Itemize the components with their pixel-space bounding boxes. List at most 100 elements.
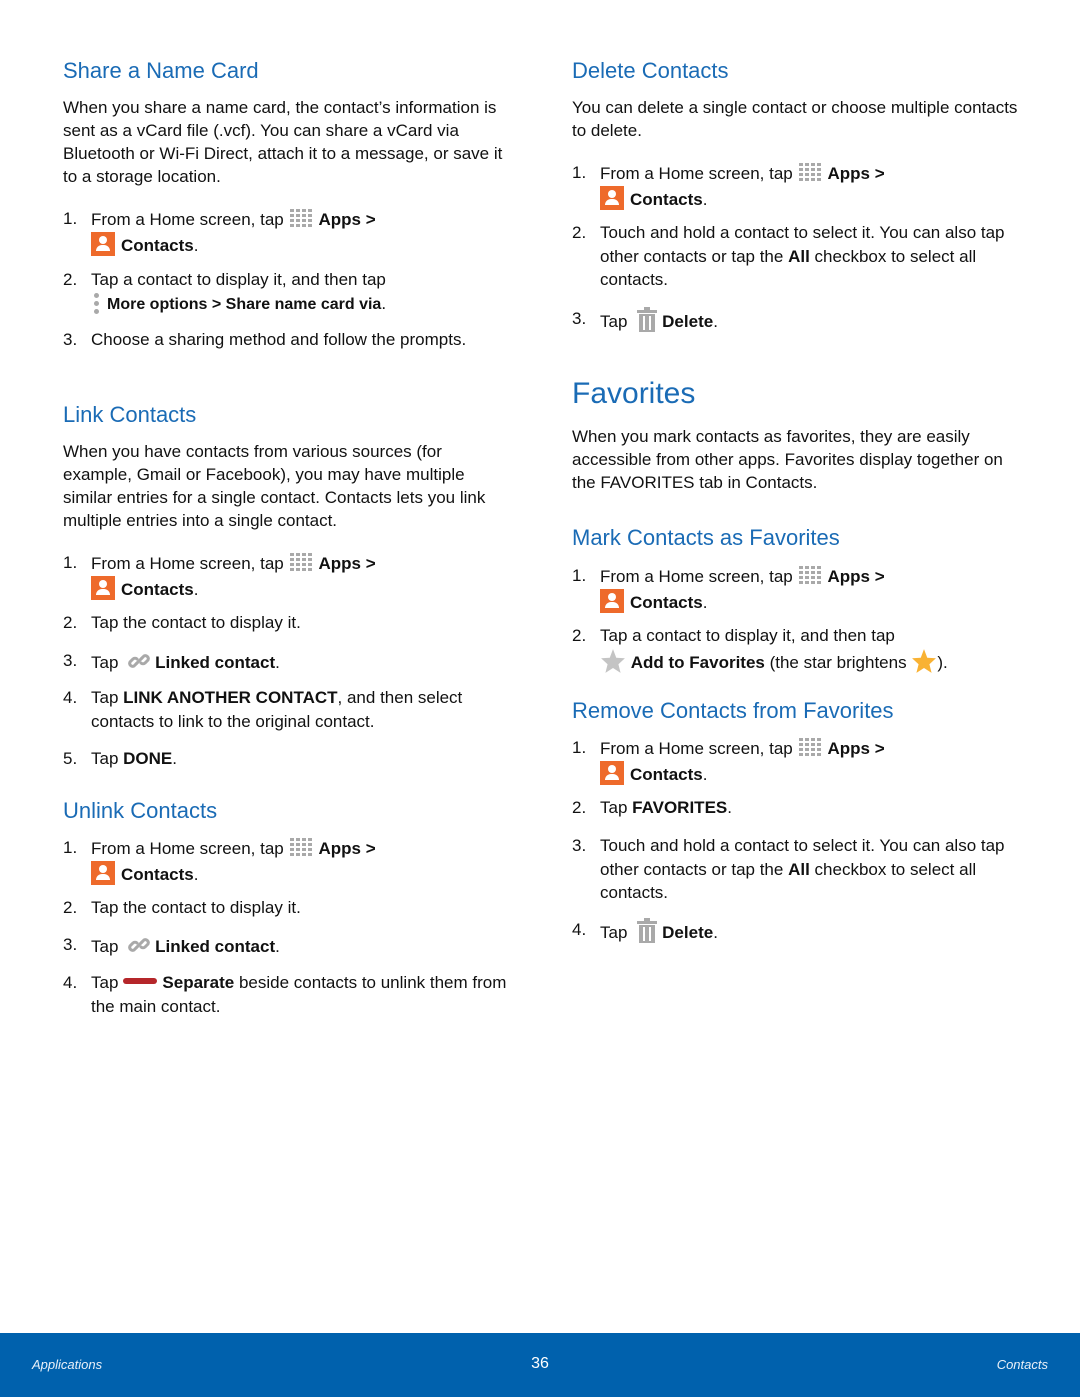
step-number: 4. <box>63 688 78 707</box>
share-step-1: 1. From a Home screen, tap Apps > Contac… <box>63 207 513 257</box>
delete-step-2: 2. Touch and hold a contact to select it… <box>572 221 1022 292</box>
step-text: From a Home screen, tap <box>600 567 793 586</box>
contacts-app-icon <box>600 185 624 210</box>
step-text: Tap <box>91 653 119 672</box>
separator-arrow: > <box>874 164 885 183</box>
trash-icon <box>637 918 658 943</box>
contacts-app-icon <box>91 231 115 256</box>
step-number: 4. <box>572 920 587 939</box>
step-number: 5. <box>63 749 78 768</box>
contacts-label: Contacts <box>121 579 194 599</box>
step-number: 1. <box>572 163 587 182</box>
step-number: 1. <box>572 566 587 585</box>
separate-label: Separate <box>162 973 235 992</box>
step-number: 2. <box>63 898 78 917</box>
step-text: Tap <box>600 923 628 942</box>
separator-arrow: > <box>874 739 885 758</box>
step-number: 2. <box>572 798 587 817</box>
contacts-label: Contacts <box>121 235 194 255</box>
contacts-app-icon <box>91 575 115 600</box>
all-label: All <box>788 859 810 879</box>
step-number: 3. <box>572 836 587 855</box>
punctuation: . <box>193 235 199 255</box>
punctuation: ). <box>937 652 948 672</box>
remove-step-2: 2. Tap FAVORITES. <box>572 796 1022 820</box>
separator-arrow: > <box>365 839 376 858</box>
linked-contact-label: Linked contact <box>155 937 276 956</box>
favorites-tab-label: FAVORITES <box>632 798 728 817</box>
step-text: From a Home screen, tap <box>91 839 284 858</box>
heading-mark-favorites: Mark Contacts as Favorites <box>572 525 840 550</box>
apps-grid-icon <box>290 551 315 573</box>
apps-label: Apps <box>318 210 361 229</box>
punctuation: . <box>713 312 718 331</box>
heading-unlink-contacts: Unlink Contacts <box>63 798 218 823</box>
punctuation: . <box>702 592 708 612</box>
link-chain-icon <box>128 654 150 668</box>
delete-label: Delete <box>662 923 714 942</box>
punctuation: . <box>702 764 708 784</box>
mark-step-1: 1. From a Home screen, tap Apps > Contac… <box>572 564 1022 614</box>
link-step-4: 4. Tap LINK ANOTHER CONTACT, and then se… <box>63 686 513 733</box>
step-text: Tap <box>91 688 119 707</box>
unlink-step-1: 1. From a Home screen, tap Apps > Contac… <box>63 836 513 886</box>
step-text: Tap <box>91 749 119 768</box>
remove-step-3: 3. Touch and hold a contact to select it… <box>572 834 1022 905</box>
link-step-2: 2. Tap the contact to display it. <box>63 611 513 635</box>
contacts-label: Contacts <box>630 189 703 209</box>
heading-share-name-card: Share a Name Card <box>63 58 259 83</box>
mark-step-2: 2. Tap a contact to display it, and then… <box>572 624 1022 674</box>
trash-icon <box>637 307 658 332</box>
punctuation: . <box>193 579 199 599</box>
menu-path-label: More options > Share name card via <box>107 295 382 313</box>
star-outline-icon <box>601 648 625 673</box>
apps-label: Apps <box>827 164 870 183</box>
separator-arrow: > <box>365 210 376 229</box>
punctuation: . <box>193 864 199 884</box>
step-text: Choose a sharing method and follow the p… <box>91 330 467 349</box>
step-text: Tap <box>600 798 628 817</box>
step-number: 3. <box>63 935 78 954</box>
contacts-label: Contacts <box>630 592 703 612</box>
linked-contact-label: Linked contact <box>155 653 276 672</box>
apps-grid-icon <box>290 207 315 229</box>
punctuation: . <box>172 749 178 768</box>
step-text: From a Home screen, tap <box>600 164 793 183</box>
step-number: 1. <box>63 553 78 572</box>
link-step-3: 3. Tap Linked contact. <box>63 649 513 675</box>
star-filled-icon <box>912 648 937 673</box>
delete-label: Delete <box>662 312 714 331</box>
separate-minus-icon <box>123 978 158 984</box>
heading-remove-favorites: Remove Contacts from Favorites <box>572 698 894 723</box>
heading-delete-contacts: Delete Contacts <box>572 58 729 83</box>
link-intro-paragraph: When you have contacts from various sour… <box>63 442 486 530</box>
delete-step-3: 3. Tap Delete. <box>572 307 1022 334</box>
link-step-1: 1. From a Home screen, tap Apps > Contac… <box>63 551 513 601</box>
step-number: 2. <box>572 223 587 242</box>
apps-grid-icon <box>799 161 824 183</box>
contacts-app-icon <box>600 588 624 613</box>
step-number: 2. <box>63 270 78 289</box>
link-step-5: 5. Tap DONE. <box>63 747 513 771</box>
unlink-step-2: 2. Tap the contact to display it. <box>63 896 513 920</box>
step-number: 3. <box>63 330 78 349</box>
apps-grid-icon <box>799 564 824 586</box>
page-footer: Applications 36 Contacts <box>0 1333 1080 1397</box>
step-text: Tap a contact to display it, and then ta… <box>600 626 895 645</box>
punctuation: . <box>381 293 387 313</box>
step-number: 1. <box>572 738 587 757</box>
apps-label: Apps <box>827 567 870 586</box>
contacts-label: Contacts <box>630 764 703 784</box>
page-number: 36 <box>531 1355 549 1372</box>
footer-section: Contacts <box>996 1357 1048 1372</box>
step-number: 4. <box>63 973 78 992</box>
punctuation: . <box>727 798 732 817</box>
punctuation: . <box>275 937 280 956</box>
step-text: Tap <box>600 312 628 331</box>
remove-step-4: 4. Tap Delete. <box>572 918 1022 945</box>
contacts-app-icon <box>600 760 624 785</box>
contacts-app-icon <box>91 860 115 885</box>
apps-label: Apps <box>827 739 870 758</box>
contacts-label: Contacts <box>121 864 194 884</box>
apps-label: Apps <box>318 554 361 573</box>
